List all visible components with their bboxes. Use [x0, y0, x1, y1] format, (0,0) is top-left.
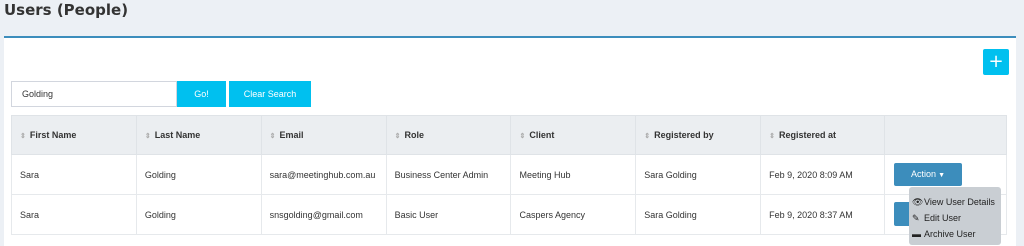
sort-icon: ⇕ — [769, 133, 776, 140]
cell-client: Caspers Agency — [510, 194, 637, 235]
action-dropdown-menu: 👁View User Details ✎ Edit User ▬ Archive U… — [909, 187, 1001, 245]
menu-item-archive-user[interactable]: ▬ Archive User — [909, 226, 1001, 242]
table-row: Sara Golding snsgolding@gmail.com Basic … — [11, 194, 1007, 235]
column-header-role[interactable]: ⇕ Role — [385, 115, 512, 155]
column-header-first-name[interactable]: ⇕ First Name — [11, 115, 137, 155]
cell-registered-at: Feb 9, 2020 8:09 AM — [760, 154, 886, 195]
action-button-label: Action — [911, 169, 937, 179]
cell-registered-by: Sara Golding — [635, 194, 762, 235]
cell-client: Meeting Hub — [510, 154, 637, 195]
cell-role: Basic User — [385, 194, 512, 235]
sort-icon: ⇕ — [519, 133, 526, 140]
page-title: Users (People) — [4, 1, 129, 19]
clear-search-button[interactable]: Clear Search — [229, 81, 311, 107]
column-header-registered-by[interactable]: ⇕ Registered by — [635, 115, 762, 155]
cell-last-name: Golding — [135, 194, 262, 235]
chevron-icon: ⌃ — [1000, 0, 1008, 5]
caret-down-icon: ▼ — [938, 172, 945, 179]
edit-icon: ✎ — [912, 213, 920, 223]
table-header-row: ⇕ First Name ⇕ Last Name ⇕ Email ⇕ Role ⇕ Cli… — [11, 115, 1007, 155]
archive-icon: ▬ — [912, 229, 921, 239]
add-user-button[interactable]: + — [983, 49, 1009, 75]
menu-item-view-user-details[interactable]: 👁View User Details — [909, 194, 1001, 210]
menu-item-edit-user[interactable]: ✎ Edit User — [909, 210, 1001, 226]
go-button[interactable]: Go! — [177, 81, 226, 107]
cell-first-name: Sara — [11, 194, 137, 235]
sort-icon: ⇕ — [144, 133, 151, 140]
cell-email: sara@meetinghub.com.au — [260, 154, 387, 195]
cell-registered-by: Sara Golding — [635, 154, 762, 195]
column-header-registered-at[interactable]: ⇕ Registered at — [760, 115, 886, 155]
cell-role: Business Center Admin — [385, 154, 512, 195]
cell-first-name: Sara — [11, 154, 137, 195]
eye-icon: 👁 — [912, 197, 924, 207]
column-header-client[interactable]: ⇕ Client — [510, 115, 637, 155]
users-table: ⇕ First Name ⇕ Last Name ⇕ Email ⇕ Role ⇕ Cli… — [11, 115, 1007, 235]
users-panel: + Go! Clear Search ⇕First Name ⇕Last Nam… — [4, 36, 1016, 246]
column-header-last-name[interactable]: ⇕ Last Name — [135, 115, 262, 155]
search-input[interactable] — [11, 81, 177, 107]
cell-email: snsgolding@gmail.com — [260, 194, 387, 235]
sort-icon: ⇕ — [644, 133, 651, 140]
column-header-email[interactable]: ⇕ Email — [260, 115, 387, 155]
sort-icon: ⇕ — [394, 133, 401, 140]
column-header-actions — [884, 115, 1007, 155]
sort-icon: ⇕ — [20, 133, 26, 140]
cell-registered-at: Feb 9, 2020 8:37 AM — [760, 194, 886, 235]
action-button[interactable]: Action ▼ — [894, 163, 963, 186]
table-row: Sara Golding sara@meetinghub.com.au Busi… — [11, 154, 1007, 195]
sort-icon: ⇕ — [269, 133, 276, 140]
cell-last-name: Golding — [135, 154, 262, 195]
